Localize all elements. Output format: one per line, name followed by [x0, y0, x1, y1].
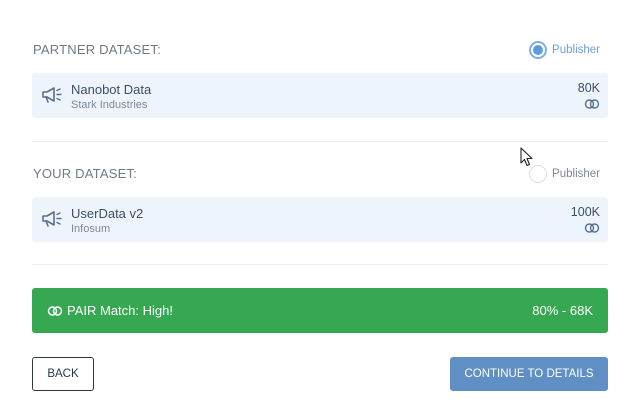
- your-dataset-card[interactable]: UserData v2 Infosum 100K: [32, 197, 608, 242]
- partner-dataset-card[interactable]: Nanobot Data Stark Industries 80K: [32, 73, 608, 118]
- partner-dataset-count: 80K: [577, 81, 600, 95]
- link-rings-icon: [584, 99, 600, 109]
- partner-dataset-name: Nanobot Data: [71, 82, 152, 97]
- pair-match-score: 80% - 68K: [532, 303, 593, 318]
- pair-match-banner: PAIR Match: High! 80% - 68K: [32, 288, 608, 333]
- pair-match-label: PAIR Match: High!: [67, 303, 173, 318]
- your-dataset-name: UserData v2: [71, 206, 144, 221]
- divider: [32, 264, 608, 265]
- your-dataset-label: YOUR DATASET:: [33, 166, 137, 181]
- continue-to-details-button[interactable]: CONTINUE TO DETAILS: [450, 357, 608, 391]
- link-rings-icon: [47, 306, 63, 316]
- your-dataset-org: Infosum: [71, 223, 111, 235]
- link-rings-icon: [584, 223, 600, 233]
- mouse-cursor-icon: [520, 147, 533, 167]
- partner-dataset-label: PARTNER DATASET:: [33, 42, 161, 57]
- back-button[interactable]: BACK: [32, 357, 94, 391]
- megaphone-icon: [42, 87, 62, 103]
- partner-publisher-label: Publisher: [552, 44, 600, 56]
- your-publisher-toggle[interactable]: Publisher: [529, 165, 600, 183]
- your-publisher-radio[interactable]: [529, 165, 548, 183]
- partner-publisher-radio[interactable]: [529, 41, 548, 59]
- divider: [32, 141, 608, 142]
- your-publisher-label: Publisher: [552, 168, 600, 180]
- partner-dataset-org: Stark Industries: [71, 99, 148, 111]
- your-dataset-count: 100K: [570, 205, 600, 219]
- partner-publisher-toggle[interactable]: Publisher: [529, 41, 600, 59]
- megaphone-icon: [42, 211, 62, 227]
